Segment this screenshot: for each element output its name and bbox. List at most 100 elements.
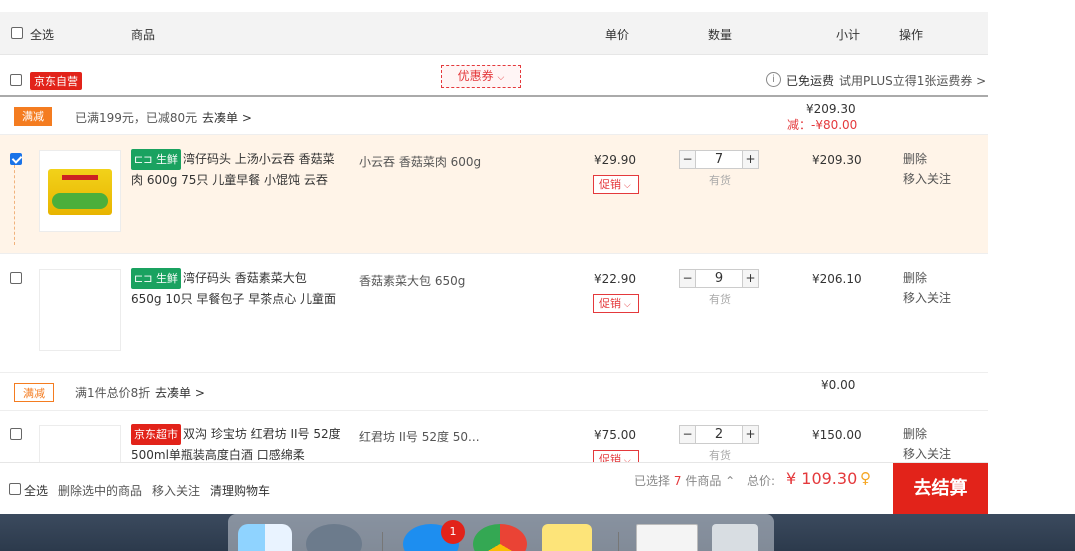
shop-row: 京东自营 优惠券 ⌵ i 已免运费 试用PLUS立得1张运费券 >: [0, 56, 988, 96]
item-subtotal: ¥209.30: [812, 153, 862, 167]
increase-button[interactable]: +: [742, 426, 758, 443]
coupon-button[interactable]: 优惠券 ⌵: [441, 65, 521, 88]
item-subtotal: ¥206.10: [812, 272, 862, 286]
promo-group-1: 满减 已满199元，已减80元 去凑单 > ¥209.30 减：-¥80.00: [0, 97, 988, 135]
product-spec: 小云吞 香菇菜肉 600g: [359, 155, 482, 169]
column-price: 单价: [605, 28, 630, 42]
dock-divider: [382, 532, 383, 551]
promo-add-link[interactable]: 去凑单 >: [202, 109, 252, 126]
column-quantity: 数量: [708, 28, 733, 42]
notification-badge: 1: [441, 520, 465, 544]
chrome-icon[interactable]: [473, 524, 527, 551]
selected-count: 7: [673, 474, 682, 488]
dock: 1: [228, 514, 774, 551]
column-subtotal: 小计: [836, 28, 861, 42]
cart-item: ⊏⊐ 生鲜 湾仔码头 香菇素菜大包 650g 10只 早餐包子 早茶点心 儿童面 …: [0, 254, 988, 373]
chevron-down-icon: ⌵: [621, 300, 631, 310]
notes-icon[interactable]: [542, 524, 592, 551]
shop-name-badge[interactable]: 京东自营: [30, 72, 82, 90]
checkout-button[interactable]: 去结算: [893, 463, 988, 515]
move-to-follow-link[interactable]: 移入关注: [903, 169, 951, 189]
total-price: ¥ 109.30: [786, 469, 858, 488]
finder-icon[interactable]: [238, 524, 292, 551]
footer-select-all-checkbox[interactable]: [9, 483, 21, 495]
promo-dropdown[interactable]: 促销 ⌵: [593, 175, 639, 194]
free-shipping-text: 已免运费: [786, 74, 835, 88]
lightbulb-icon[interactable]: ♀: [860, 469, 871, 487]
quantity-stepper[interactable]: − 7 +: [679, 150, 759, 169]
product-thumbnail[interactable]: [39, 269, 121, 351]
column-action: 操作: [899, 28, 924, 42]
product-title[interactable]: ⊏⊐ 生鲜 湾仔码头 香菇素菜大包 650g 10只 早餐包子 早茶点心 儿童面: [131, 268, 341, 310]
group-discount: 减：-¥80.00: [787, 118, 858, 132]
quantity-input[interactable]: 7: [697, 151, 741, 168]
plus-promo-link[interactable]: 试用PLUS立得1张运费券 >: [839, 72, 986, 89]
item-actions: 删除 移入关注: [903, 424, 951, 462]
product-image: [48, 169, 112, 215]
move-to-follow-link[interactable]: 移入关注: [903, 444, 951, 462]
increase-button[interactable]: +: [742, 270, 758, 287]
group-total: ¥209.30: [806, 102, 856, 116]
unit-price: ¥75.00: [594, 428, 636, 442]
product-title[interactable]: 京东超市 双沟 珍宝坊 红君坊 II号 52度 500ml单瓶装高度白酒 口感绵柔: [131, 424, 341, 462]
product-spec: 红君坊 II号 52度 50...: [359, 430, 480, 444]
trash-icon[interactable]: [712, 524, 758, 551]
move-to-follow-link[interactable]: 移入关注: [903, 288, 951, 308]
coupon-label: 优惠券: [457, 69, 494, 83]
quantity-input[interactable]: 2: [697, 426, 741, 443]
move-to-follow-link[interactable]: 移入关注: [152, 482, 200, 499]
group-total: ¥0.00: [821, 378, 856, 392]
quantity-stepper[interactable]: − 2 +: [679, 425, 759, 444]
product-thumbnail[interactable]: [39, 425, 121, 462]
supermarket-badge: 京东超市: [131, 424, 181, 445]
item-subtotal: ¥150.00: [812, 428, 862, 442]
promo-desc: 已满199元，已减80元: [75, 111, 198, 125]
chevron-up-icon: ⌃: [725, 474, 736, 488]
info-icon[interactable]: i: [766, 72, 781, 87]
promo-dropdown[interactable]: 促销 ⌵: [593, 450, 639, 462]
product-title[interactable]: ⊏⊐ 生鲜 湾仔码头 上汤小云吞 香菇菜肉 600g 75只 儿童早餐 小馄饨 云…: [131, 149, 341, 191]
delete-link[interactable]: 删除: [903, 149, 951, 169]
decrease-button[interactable]: −: [680, 270, 696, 287]
cart-header: 全选 商品 单价 数量 小计 操作: [0, 12, 988, 55]
increase-button[interactable]: +: [742, 151, 758, 168]
product-thumbnail[interactable]: [39, 150, 121, 232]
decrease-button[interactable]: −: [680, 151, 696, 168]
promo-dropdown[interactable]: 促销 ⌵: [593, 294, 639, 313]
promo-add-link[interactable]: 去凑单 >: [155, 384, 205, 401]
footer-select-all-label[interactable]: 全选: [24, 482, 48, 499]
shop-select-checkbox[interactable]: [10, 74, 22, 86]
chevron-down-icon: ⌵: [621, 181, 631, 191]
selected-summary[interactable]: 已选择 7 件商品 ⌃: [634, 472, 735, 489]
fresh-badge: ⊏⊐ 生鲜: [131, 149, 181, 170]
unit-price: ¥22.90: [594, 272, 636, 286]
clear-cart-link[interactable]: 清理购物车: [210, 482, 270, 499]
promo-tag: 满减: [14, 383, 54, 402]
decrease-button[interactable]: −: [680, 426, 696, 443]
fresh-badge: ⊏⊐ 生鲜: [131, 268, 181, 289]
total-label: 总价:: [747, 474, 776, 488]
product-spec: 香菇素菜大包 650g: [359, 274, 466, 288]
quantity-stepper[interactable]: − 9 +: [679, 269, 759, 288]
stock-status: 有货: [709, 449, 731, 462]
promo-desc: 满1件总价8折: [75, 386, 151, 400]
ticket-icon: ⊏⊐: [134, 272, 153, 285]
item-checkbox[interactable]: [10, 428, 22, 440]
promo-tag: 满减: [14, 107, 52, 126]
delete-selected-link[interactable]: 删除选中的商品: [58, 482, 142, 499]
quantity-input[interactable]: 9: [697, 270, 741, 287]
item-checkbox[interactable]: [10, 153, 22, 165]
delete-link[interactable]: 删除: [903, 268, 951, 288]
unit-price: ¥29.90: [594, 153, 636, 167]
item-actions: 删除 移入关注: [903, 149, 951, 189]
item-actions: 删除 移入关注: [903, 268, 951, 308]
item-checkbox[interactable]: [10, 272, 22, 284]
launchpad-icon[interactable]: [306, 524, 362, 551]
document-preview-icon[interactable]: [636, 524, 698, 551]
cart-item: ⊏⊐ 生鲜 湾仔码头 上汤小云吞 香菇菜肉 600g 75只 儿童早餐 小馄饨 云…: [0, 135, 988, 254]
select-all-checkbox[interactable]: [11, 27, 23, 39]
ticket-icon: ⊏⊐: [134, 153, 153, 166]
select-all-label[interactable]: 全选: [30, 26, 54, 43]
delete-link[interactable]: 删除: [903, 424, 951, 444]
stock-status: 有货: [709, 293, 731, 306]
